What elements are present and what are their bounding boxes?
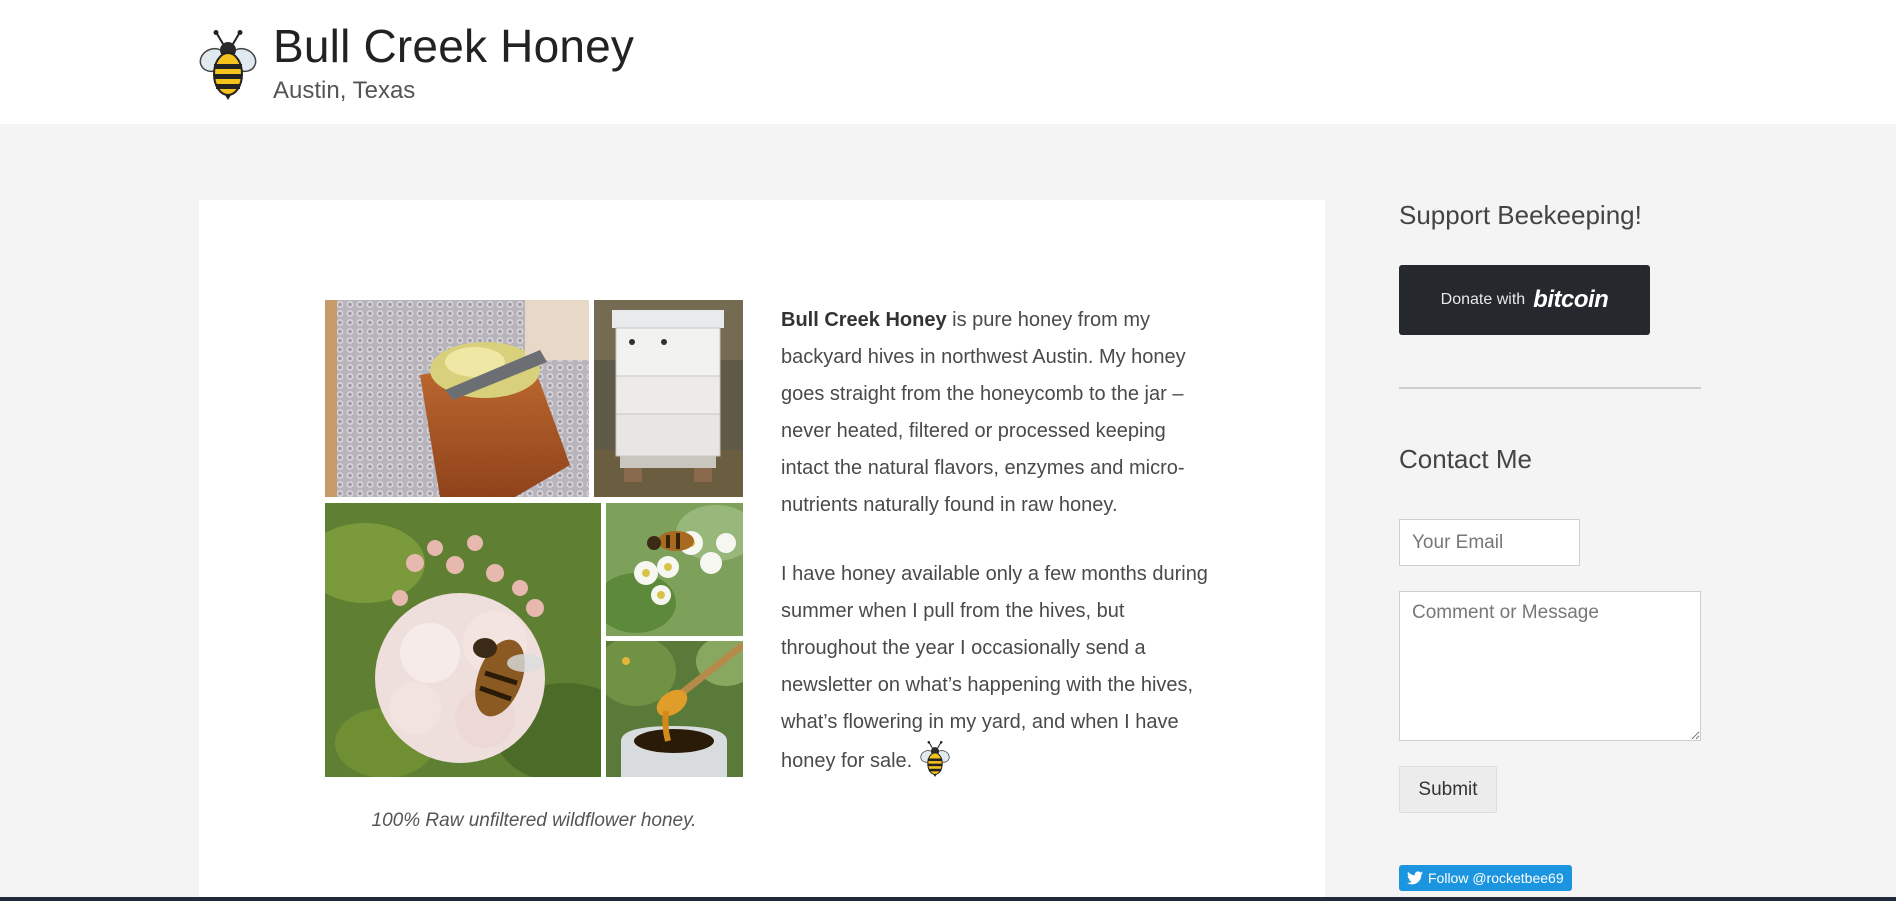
sidebar: Support Beekeeping! Donate with bitcoin … — [1399, 200, 1701, 891]
bee-on-flower-photo[interactable] — [325, 503, 601, 777]
site-header: Bull Creek Honey Austin, Texas — [0, 0, 1896, 124]
brand-text: Bull Creek Honey Austin, Texas — [273, 22, 634, 104]
submit-button[interactable]: Submit — [1399, 766, 1497, 813]
donate-bitcoin-button[interactable]: Donate with bitcoin — [1399, 265, 1650, 335]
gallery-caption: 100% Raw unfiltered wildflower honey. — [371, 810, 697, 831]
intro-paragraph-1-text: is pure honey from my backyard hives in … — [781, 309, 1186, 516]
brand[interactable]: Bull Creek Honey Austin, Texas — [199, 22, 634, 104]
support-title: Support Beekeeping! — [1399, 200, 1642, 230]
beehive-box-photo[interactable] — [594, 300, 743, 497]
sidebar-divider — [1399, 387, 1701, 389]
twitter-bird-icon — [1407, 871, 1423, 885]
email-field[interactable] — [1399, 519, 1580, 566]
twitter-follow-label: Follow @rocketbee69 — [1428, 870, 1564, 886]
bee-icon — [199, 30, 257, 100]
brand-name-bold: Bull Creek Honey — [781, 309, 947, 331]
donate-prefix: Donate with — [1440, 291, 1526, 308]
bee-icon — [918, 741, 952, 777]
site-tagline: Austin, Texas — [273, 77, 416, 104]
bee-on-white-blossom-photo[interactable] — [606, 503, 743, 636]
bitcoin-logo-text: bitcoin — [1533, 286, 1609, 313]
intro-paragraph-1: Bull Creek Honey is pure honey from my b… — [781, 302, 1211, 524]
intro-text: Bull Creek Honey is pure honey from my b… — [781, 302, 1211, 780]
bottom-bar — [0, 897, 1896, 901]
twitter-follow-button[interactable]: Follow @rocketbee69 — [1399, 865, 1572, 891]
main-content: 100% Raw unfiltered wildflower honey. Bu… — [199, 200, 1325, 901]
intro-paragraph-2-text: I have honey available only a few months… — [781, 563, 1208, 772]
intro-paragraph-2: I have honey available only a few months… — [781, 556, 1211, 780]
contact-title: Contact Me — [1399, 444, 1532, 474]
photo-gallery — [325, 300, 743, 777]
honey-dipper-jar-photo[interactable] — [606, 641, 743, 777]
site-title[interactable]: Bull Creek Honey — [273, 22, 634, 70]
honeycomb-frame-photo[interactable] — [325, 300, 589, 497]
message-field[interactable] — [1399, 591, 1701, 741]
